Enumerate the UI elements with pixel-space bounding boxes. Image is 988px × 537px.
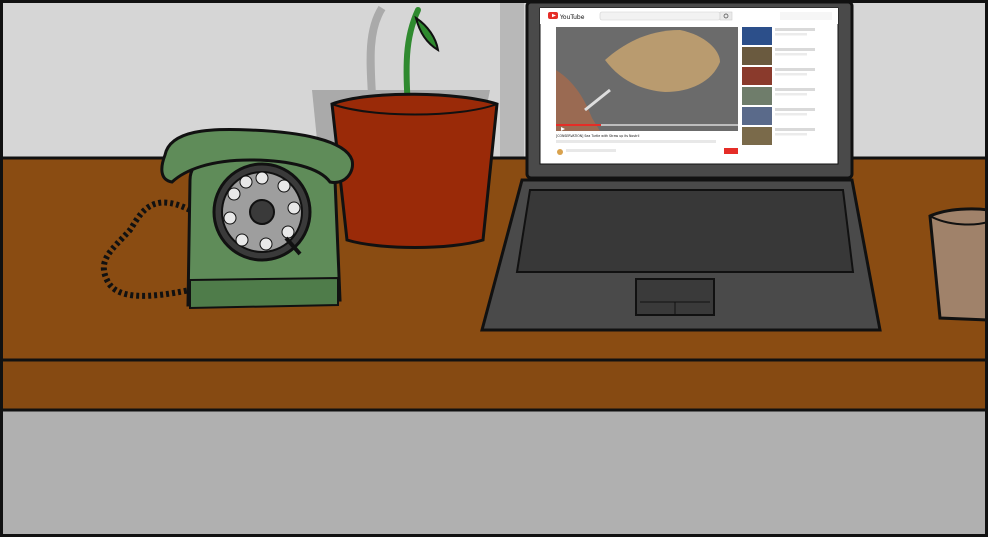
search-button[interactable] (719, 11, 733, 21)
laptop-shadow (500, 0, 524, 160)
channel-line (566, 149, 616, 152)
cup (928, 207, 988, 322)
phone-dial-center (249, 199, 275, 225)
video-meta-row (556, 140, 716, 143)
top-icons (780, 12, 832, 20)
laptop-keyboard[interactable] (515, 189, 855, 273)
search-input[interactable] (599, 11, 721, 21)
channel-avatar (557, 149, 563, 155)
plant-pot (330, 92, 499, 249)
desk-scene: YouTube [CONSERVATION] Sea Turtle with S… (0, 0, 988, 537)
subscribe-button[interactable] (724, 148, 738, 154)
cup-body (928, 207, 988, 322)
floor (0, 408, 988, 537)
video-progress-fill (556, 124, 601, 126)
youtube-logo-text: YouTube (559, 14, 585, 21)
phone-front (189, 276, 339, 310)
video-title: [CONSERVATION] Sea Turtle with Straw up … (556, 134, 639, 138)
desk-front (0, 358, 988, 412)
